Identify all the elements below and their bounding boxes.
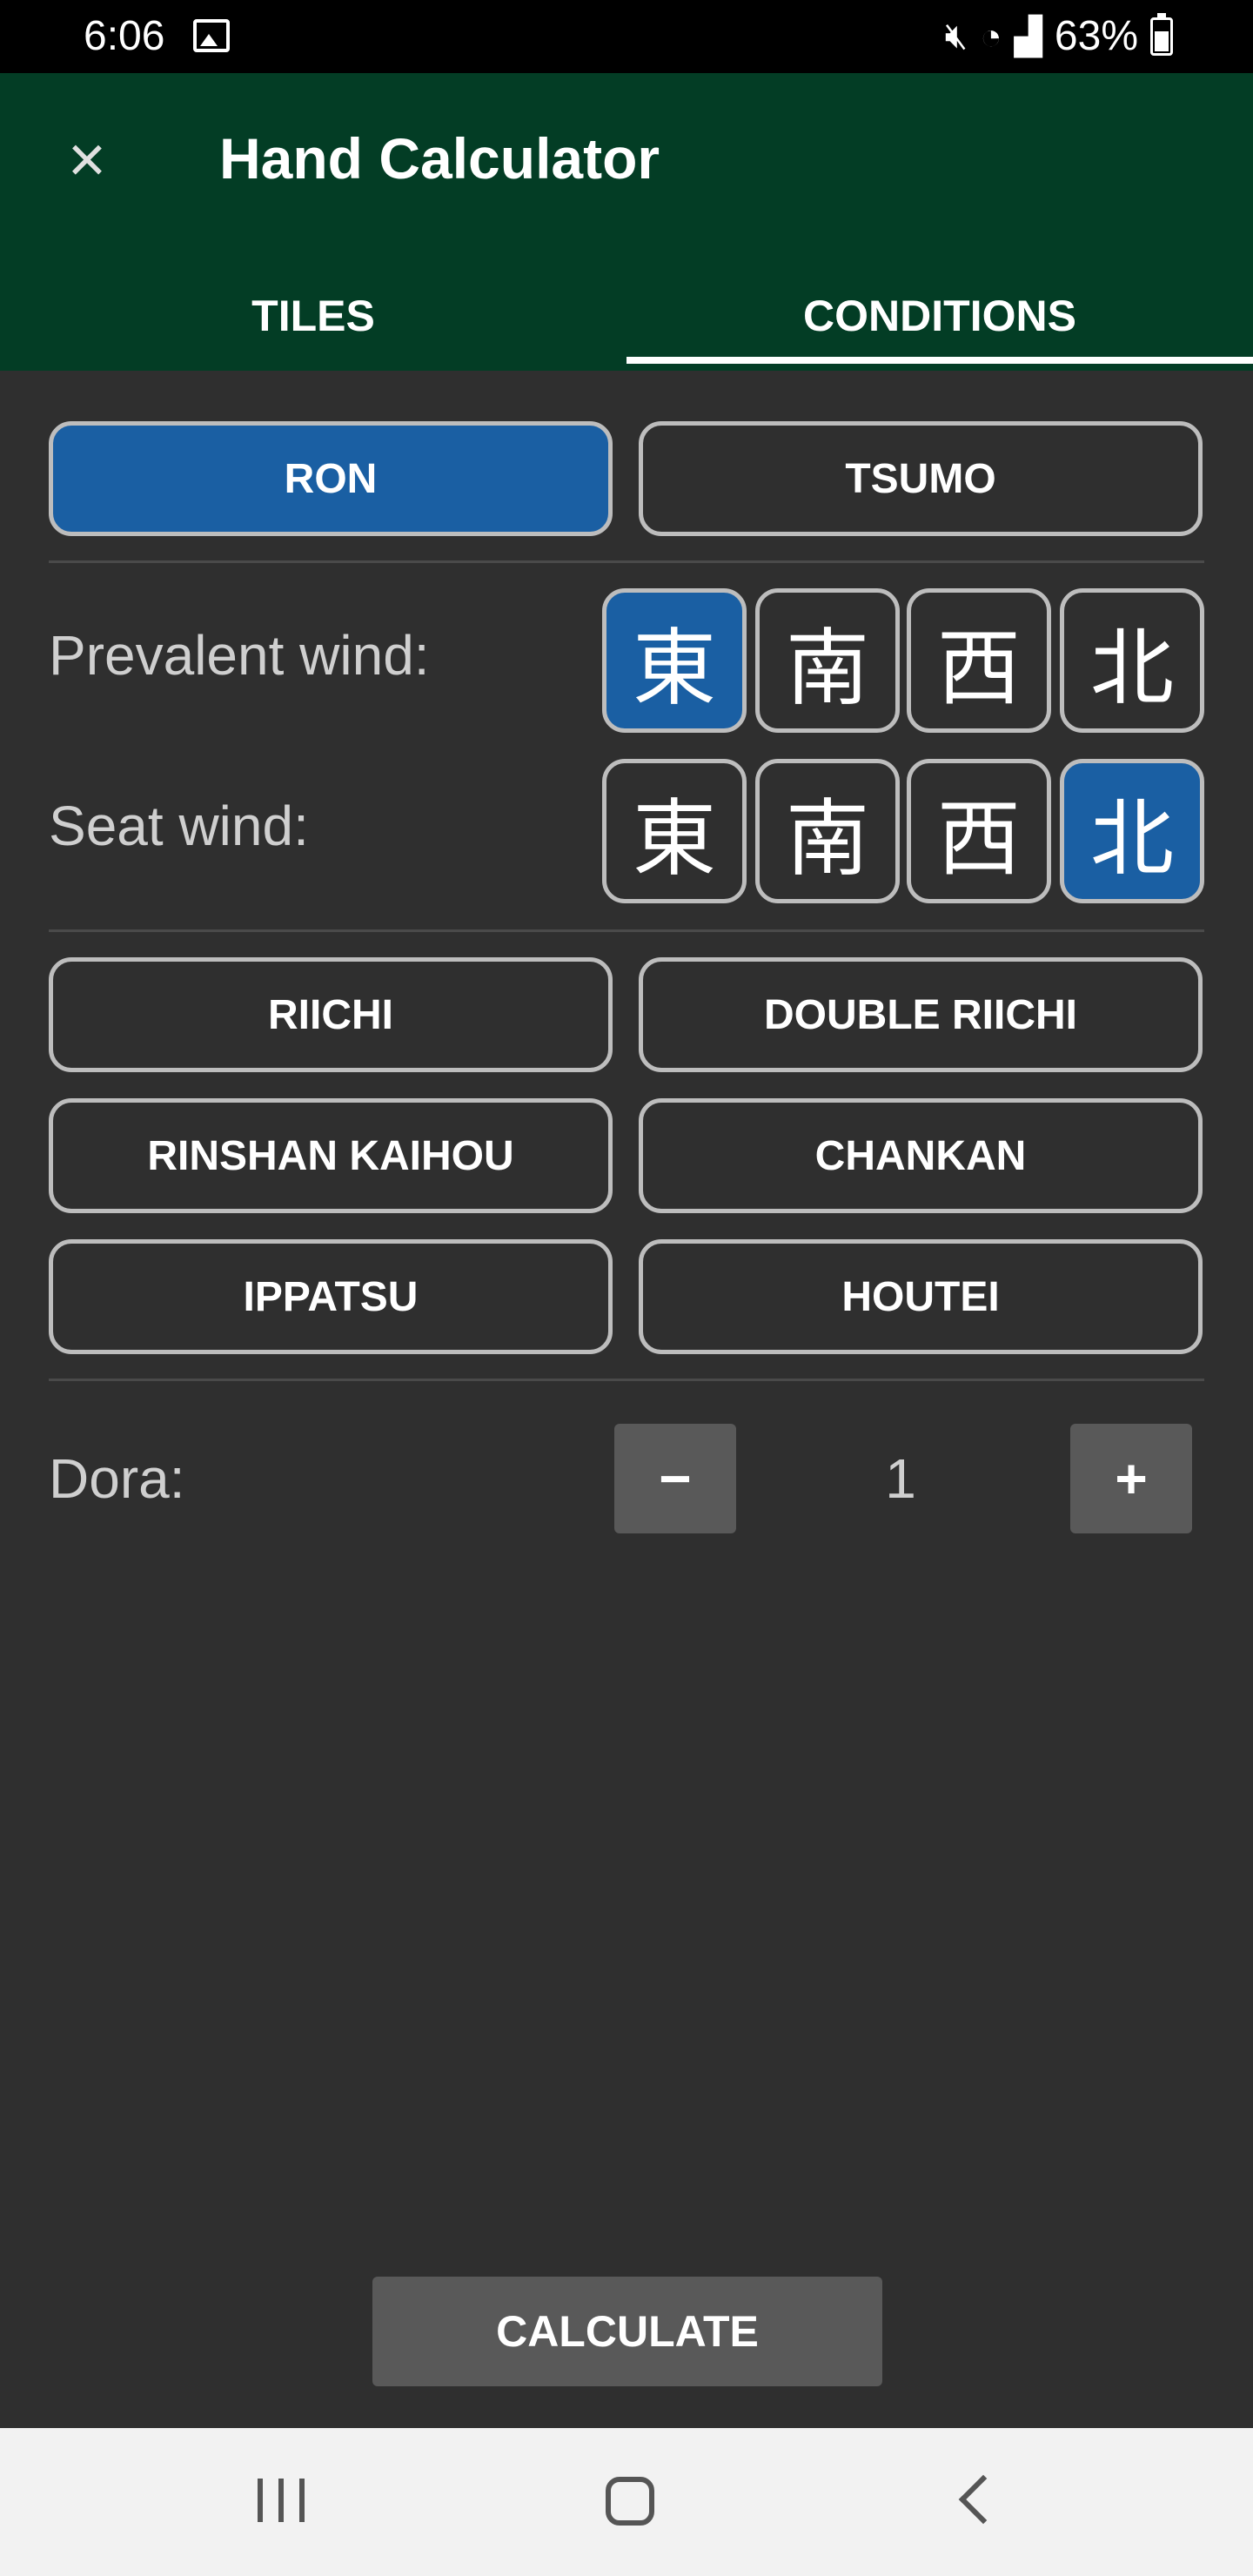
tab-conditions[interactable]: CONDITIONS xyxy=(626,272,1253,371)
seat-wind-north-tile[interactable]: 北 xyxy=(1060,759,1204,903)
close-icon[interactable]: × xyxy=(52,125,122,195)
home-icon[interactable] xyxy=(606,2477,654,2526)
prevalent-wind-north-tile[interactable]: 北 xyxy=(1060,588,1204,733)
dora-increment-button[interactable]: + xyxy=(1070,1424,1192,1533)
dora-decrement-button[interactable]: − xyxy=(614,1424,736,1533)
battery-percent: 63% xyxy=(1054,13,1138,59)
status-time: 6:06 xyxy=(84,13,165,59)
rinshan-kaihou-button[interactable]: RINSHAN KAIHOU xyxy=(49,1098,613,1213)
back-icon[interactable] xyxy=(958,2474,1008,2525)
divider xyxy=(49,1379,1204,1381)
prevalent-wind-label: Prevalent wind: xyxy=(49,624,430,687)
mute-icon: 🔇︎ xyxy=(944,15,968,56)
battery-icon xyxy=(1150,12,1173,56)
wifi-icon: ◔ xyxy=(980,15,1002,57)
status-icons: 🔇︎ ◔ ▟ 63% xyxy=(945,12,1173,60)
ippatsu-button[interactable]: IPPATSU xyxy=(49,1239,613,1354)
chankan-button[interactable]: CHANKAN xyxy=(639,1098,1203,1213)
dora-value: 1 xyxy=(885,1447,916,1510)
tab-indicator xyxy=(626,357,1253,364)
prevalent-wind-west-tile[interactable]: 西 xyxy=(907,588,1051,733)
calculate-button[interactable]: CALCULATE xyxy=(372,2277,882,2386)
tsumo-button[interactable]: TSUMO xyxy=(639,421,1203,536)
dora-label: Dora: xyxy=(49,1447,185,1510)
seat-wind-west-tile[interactable]: 西 xyxy=(907,759,1051,903)
divider xyxy=(49,929,1204,932)
image-icon xyxy=(193,19,230,52)
houtei-button[interactable]: HOUTEI xyxy=(639,1239,1203,1354)
app-bar: × Hand Calculator TILES CONDITIONS xyxy=(0,73,1253,371)
status-bar: 6:06 🔇︎ ◔ ▟ 63% xyxy=(0,0,1253,73)
divider xyxy=(49,560,1204,563)
signal-icon: ▟ xyxy=(1014,16,1042,57)
recents-icon[interactable] xyxy=(258,2479,305,2522)
prevalent-wind-east-tile[interactable]: 東 xyxy=(602,588,747,733)
system-nav-bar xyxy=(0,2428,1253,2576)
page-title: Hand Calculator xyxy=(219,126,660,191)
seat-wind-label: Seat wind: xyxy=(49,795,309,857)
tab-tiles[interactable]: TILES xyxy=(0,272,626,371)
ron-button[interactable]: RON xyxy=(49,421,613,536)
prevalent-wind-south-tile[interactable]: 南 xyxy=(755,588,900,733)
riichi-button[interactable]: RIICHI xyxy=(49,957,613,1072)
double-riichi-button[interactable]: DOUBLE RIICHI xyxy=(639,957,1203,1072)
seat-wind-east-tile[interactable]: 東 xyxy=(602,759,747,903)
seat-wind-south-tile[interactable]: 南 xyxy=(755,759,900,903)
